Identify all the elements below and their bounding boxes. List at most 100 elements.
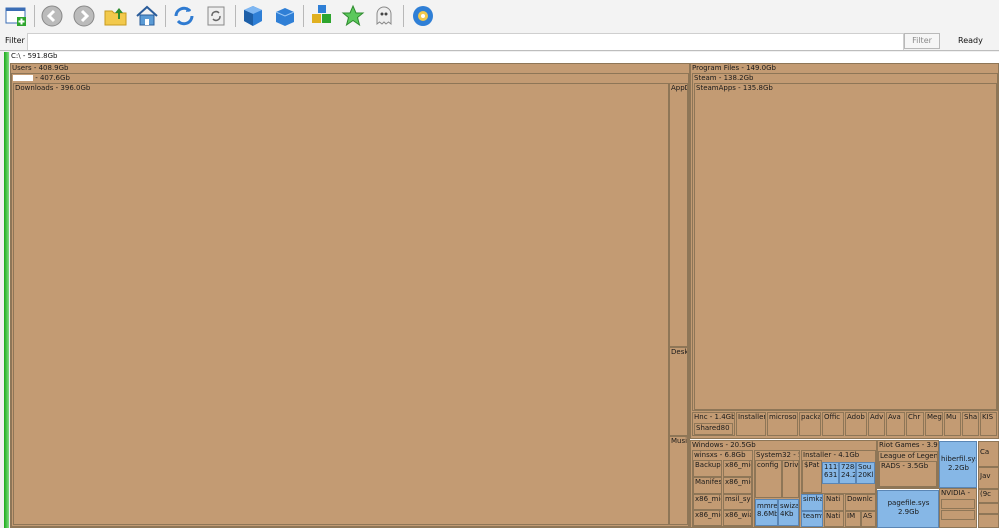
node-pf-office-label: Offic xyxy=(824,413,841,421)
node-installer-728c[interactable]: 728c 24.2 xyxy=(839,462,856,484)
node-winsxs-x86-3-label: x86_mic xyxy=(695,495,722,503)
node-hiberfil-label: hiberfil.sys 2.2Gb xyxy=(941,455,977,472)
node-swiza[interactable]: swiza 4Kb xyxy=(778,499,799,526)
node-rads[interactable]: RADS - 3.5Gb xyxy=(879,461,937,487)
node-misc[interactable]: (9c xyxy=(978,489,999,503)
blocks-icon[interactable] xyxy=(309,3,335,29)
node-pf-office[interactable]: Offic xyxy=(822,412,844,436)
node-winsxs-msil[interactable]: msil_sys xyxy=(723,494,752,510)
node-pf-microsoft[interactable]: microso xyxy=(767,412,798,436)
node-misc-2[interactable] xyxy=(978,503,999,514)
node-pf-chr-label: Chr xyxy=(908,413,921,421)
scan-progress-bar xyxy=(4,52,9,528)
filter-label: Filter xyxy=(5,36,25,45)
node-as[interactable]: AS xyxy=(861,511,876,527)
node-winsxs-label: winsxs - 6.8Gb xyxy=(694,451,746,459)
node-appdata[interactable]: AppD xyxy=(669,83,688,347)
ghost-icon[interactable] xyxy=(371,3,397,29)
node-nati-2-label: Nati xyxy=(826,512,841,520)
node-jav[interactable]: Jav xyxy=(978,467,999,489)
node-pf-chr[interactable]: Chr xyxy=(906,412,924,436)
node-league-label: League of Legend xyxy=(880,452,938,460)
node-nati-2[interactable]: Nati xyxy=(824,511,844,527)
filter-bar: Filter Filter Ready xyxy=(0,32,999,51)
node-ca[interactable]: Ca xyxy=(978,441,999,467)
node-mmres[interactable]: mmre 8.6Mb xyxy=(755,499,778,526)
back-icon[interactable] xyxy=(39,3,65,29)
node-pf-sha[interactable]: Sha xyxy=(962,412,979,436)
redacted-username xyxy=(13,75,33,81)
node-system32-drivers[interactable]: Driv xyxy=(782,460,799,498)
node-winsxs-x86-1[interactable]: x86_mic xyxy=(723,460,752,477)
node-winsxs-manifests-label: Manifes xyxy=(695,478,722,486)
node-hiberfil[interactable]: hiberfil.sys 2.2Gb xyxy=(939,441,977,488)
node-installer-1119[interactable]: 1119 631. xyxy=(822,462,839,484)
node-pf-adobe[interactable]: Adob xyxy=(845,412,867,436)
node-winsxs-backup[interactable]: Backup xyxy=(693,460,722,477)
refresh-icon[interactable] xyxy=(171,3,197,29)
node-nvidia-sub-2[interactable] xyxy=(941,510,975,520)
node-misc-3[interactable] xyxy=(978,514,999,528)
node-downloaded[interactable]: Downlc xyxy=(845,494,876,511)
node-rads-label: RADS - 3.5Gb xyxy=(881,462,929,470)
node-pf-adv[interactable]: Adv xyxy=(868,412,885,436)
star-icon[interactable] xyxy=(340,3,366,29)
node-winsxs-x86-wia[interactable]: x86_wia xyxy=(723,510,752,526)
node-swiza-label: swiza 4Kb xyxy=(780,502,799,518)
node-pf-meg-label: Meg xyxy=(927,413,942,421)
node-im-label: IM xyxy=(847,512,856,520)
settings-icon[interactable] xyxy=(410,3,436,29)
node-pf-meg[interactable]: Meg xyxy=(925,412,943,436)
node-desktop[interactable]: Desk xyxy=(669,347,688,436)
node-pf-ava[interactable]: Ava xyxy=(886,412,905,436)
treemap[interactable]: C:\ - 591.8Gb Users - 408.9Gb - 407.6Gb … xyxy=(10,52,999,528)
node-windows-label: Windows - 20.5Gb xyxy=(692,441,756,449)
node-installer-patch[interactable]: $Pat xyxy=(802,460,822,493)
node-nvidia-sub-1[interactable] xyxy=(941,499,975,509)
node-nati-1[interactable]: Nati xyxy=(824,494,844,511)
root-drive-label: C:\ - 591.8Gb xyxy=(10,52,58,61)
cube-icon[interactable] xyxy=(240,3,266,29)
node-pf-adv-label: Adv xyxy=(870,413,884,421)
node-pagefile[interactable]: pagefile.sys 2.9Gb xyxy=(877,490,939,528)
refresh-selected-icon[interactable] xyxy=(203,3,229,29)
node-winsxs-msil-label: msil_sys xyxy=(725,495,752,503)
node-steam-label: Steam - 138.2Gb xyxy=(694,74,754,82)
filter-input[interactable] xyxy=(27,33,904,51)
up-folder-icon[interactable] xyxy=(103,3,129,29)
node-downloaded-label: Downlc xyxy=(847,495,873,503)
node-simka[interactable]: simka xyxy=(801,494,823,511)
node-music-label: Musi xyxy=(671,437,688,445)
node-winsxs-x86-2[interactable]: x86_mic xyxy=(723,477,752,494)
node-pf-mu[interactable]: Mu xyxy=(944,412,961,436)
new-scan-icon[interactable] xyxy=(3,3,29,29)
node-steamapps[interactable]: SteamApps - 135.8Gb xyxy=(694,83,997,410)
node-misc-label: (9c xyxy=(980,490,992,498)
node-winsxs-x86-3[interactable]: x86_mic xyxy=(693,494,722,510)
node-pf-package[interactable]: packa xyxy=(799,412,821,436)
forward-icon[interactable] xyxy=(71,3,97,29)
node-winsxs-backup-label: Backup xyxy=(695,461,721,469)
node-pf-kis[interactable]: KIS xyxy=(980,412,997,436)
node-installer-sou[interactable]: Sou 20Kl xyxy=(856,462,875,484)
filter-button[interactable]: Filter xyxy=(904,33,940,49)
node-pf-sha-label: Sha xyxy=(964,413,978,421)
node-shared80[interactable]: Shared80 - xyxy=(694,423,733,435)
node-winsxs-manifests[interactable]: Manifes xyxy=(693,477,722,494)
node-downloads[interactable]: Downloads - 396.0Gb xyxy=(13,83,669,525)
node-music[interactable]: Musi xyxy=(669,436,688,525)
node-system32-drivers-label: Driv xyxy=(784,461,799,469)
node-system32-config-label: config - xyxy=(757,461,782,469)
cube-open-icon[interactable] xyxy=(272,3,298,29)
node-nvidia-label: NVIDIA - xyxy=(941,489,971,497)
node-teamv[interactable]: teamv xyxy=(801,511,823,527)
toolbar xyxy=(0,0,999,32)
node-pf-kis-label: KIS xyxy=(982,413,994,421)
home-icon[interactable] xyxy=(134,3,160,29)
node-pf-installer[interactable]: Installer xyxy=(736,412,766,436)
node-im[interactable]: IM xyxy=(845,511,861,527)
node-program-files-label: Program Files - 149.0Gb xyxy=(692,64,777,72)
node-system32-config[interactable]: config - xyxy=(755,460,782,498)
node-user-profile-label: - 407.6Gb xyxy=(33,74,70,82)
node-winsxs-x86-4[interactable]: x86_mic xyxy=(693,510,722,526)
